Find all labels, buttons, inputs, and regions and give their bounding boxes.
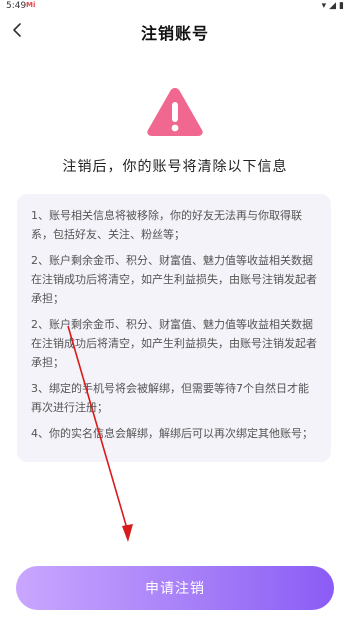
status-bar: 5:49 Mi ▾ ◢ ▮ bbox=[0, 0, 350, 14]
signal-icon: ◢ bbox=[329, 1, 337, 11]
battery-icon: ▮ bbox=[339, 1, 344, 11]
status-icons: ▾ ◢ ▮ bbox=[322, 1, 344, 11]
info-item: 3、绑定的手机号将会被解绑，但需要等待7个自然日才能再次进行注册； bbox=[31, 382, 309, 414]
info-item: 2、账户剩余金币、积分、财富值、魅力值等收益相关数据在注销成功后将清空，如产生利… bbox=[31, 318, 317, 369]
warning-subtitle: 注销后，你的账号将清除以下信息 bbox=[62, 159, 288, 175]
carrier-badge: Mi bbox=[26, 1, 36, 9]
page-title: 注销账号 bbox=[140, 24, 209, 43]
status-time: 5:49 bbox=[6, 1, 27, 11]
header: 注销账号 bbox=[0, 14, 350, 48]
info-item: 4、你的实名信息会解绑，解绑后可以再次绑定其他账号； bbox=[31, 427, 313, 440]
warning-triangle-icon bbox=[147, 88, 203, 136]
info-item: 1、账号相关信息将被移除，你的好友无法再与你取得联系，包括好友、关注、粉丝等； bbox=[31, 209, 302, 241]
info-card: 1、账号相关信息将被移除，你的好友无法再与你取得联系，包括好友、关注、粉丝等； … bbox=[17, 194, 331, 462]
info-item: 2、账户剩余金币、积分、财富值、魅力值等收益相关数据在注销成功后将清空，如产生利… bbox=[31, 254, 317, 305]
wifi-icon: ▾ bbox=[321, 1, 327, 11]
apply-deactivate-button[interactable]: 申请注销 bbox=[16, 566, 334, 610]
